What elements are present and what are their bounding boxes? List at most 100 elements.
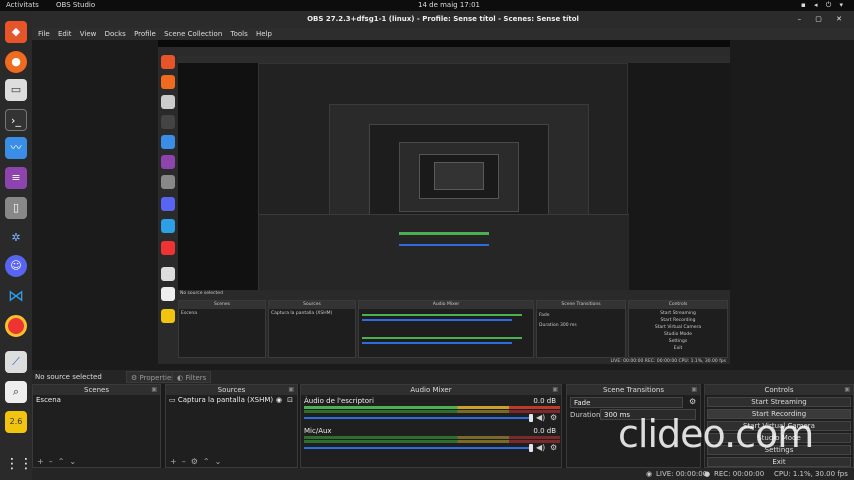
chrome-icon[interactable] (5, 315, 27, 337)
monitor-icon[interactable]: 〰 (5, 137, 27, 159)
no-source-label: No source selected (35, 373, 102, 381)
settings-icon[interactable]: ✲ (5, 227, 27, 249)
rec-status-icon: ● (704, 470, 711, 478)
menu-help[interactable]: Help (256, 28, 272, 40)
source-settings-icon[interactable]: ⚙ (191, 457, 203, 466)
nested-terminal-icon (161, 115, 175, 129)
files-icon[interactable]: ▭ (5, 79, 27, 101)
window-controls[interactable]: – ▢ ✕ (798, 11, 848, 28)
firefox-icon[interactable]: ● (5, 51, 27, 73)
speaker-icon[interactable]: ◀) (536, 443, 545, 452)
sources-title: Sources (217, 386, 246, 394)
cpu-fps: CPU: 1.1%, 30.00 fps (774, 470, 848, 478)
menu-edit[interactable]: Edit (58, 28, 72, 40)
mixer-channel-db: 0.0 dB (533, 397, 556, 405)
remove-scene-icon[interactable]: – (49, 457, 58, 466)
undock-icon[interactable]: ▣ (151, 385, 157, 395)
scenes-header: Scenes ▣ (33, 385, 160, 395)
add-source-icon[interactable]: + (170, 457, 182, 466)
start-streaming-button[interactable]: Start Streaming (707, 397, 851, 407)
lock-icon[interactable]: ⊡ (287, 395, 293, 405)
monitor-icon: ▭ (169, 396, 176, 404)
nested-editor-icon (161, 155, 175, 169)
watermark-logo: clideo.com (618, 412, 814, 456)
volume-slider[interactable] (304, 447, 532, 449)
undock-icon[interactable]: ▣ (691, 385, 697, 395)
archive-icon[interactable]: ▯ (5, 197, 27, 219)
app-grid-icon[interactable]: ⋮⋮ (5, 453, 33, 475)
volume-slider[interactable] (304, 417, 532, 419)
controls-title: Controls (764, 386, 794, 394)
gear-icon[interactable]: ⚙ (550, 443, 557, 452)
preview-nested-menu (178, 56, 730, 63)
visibility-eye-icon[interactable]: ◉ (276, 395, 282, 405)
search-tool-icon[interactable]: ⌕ (5, 381, 27, 403)
nested-monitor-icon (161, 135, 175, 149)
brave-browser-icon[interactable]: ◆ (5, 21, 27, 43)
nested-archive-icon (161, 175, 175, 189)
nested-firefox-icon (161, 75, 175, 89)
volume-slider-handle[interactable] (529, 444, 533, 452)
duration-label: Duration (570, 411, 601, 419)
text-editor-icon[interactable]: ≡ (5, 167, 27, 189)
version-badge-icon[interactable]: 2.6 (5, 411, 27, 433)
source-toolbar: No source selected ⚙ Properties ◐ Filter… (32, 370, 854, 384)
source-item-label: Captura la pantalla (XSHM) (177, 396, 274, 404)
add-scene-icon[interactable]: + (37, 457, 49, 466)
remove-source-icon[interactable]: – (182, 457, 191, 466)
mixer-header: Audio Mixer ▣ (301, 385, 561, 395)
scenes-title: Scenes (84, 386, 109, 394)
transition-select[interactable]: Fade (570, 397, 683, 408)
window-title-bar: OBS 27.2.3+dfsg1-1 (linux) - Profile: Se… (32, 11, 854, 28)
vscode-icon[interactable]: ⋈ (5, 285, 27, 307)
filters-button[interactable]: ◐ Filters (172, 371, 212, 383)
clock[interactable]: 14 de maig 17:01 (418, 1, 480, 9)
volume-meter (304, 406, 560, 409)
nested-chrome-icon (161, 241, 175, 255)
rec-time: REC: 00:00:00 (714, 470, 765, 478)
volume-meter (304, 436, 560, 439)
scene-item[interactable]: Escena (34, 395, 159, 405)
system-tray[interactable]: ▪ ◂ ⏻ ▾ (801, 1, 846, 10)
move-down-icon[interactable]: ⌄ (69, 457, 81, 466)
analyzer-icon[interactable]: ⟋ (5, 351, 27, 373)
mixer-channel-db: 0.0 dB (533, 427, 556, 435)
app-menu[interactable]: OBS Studio (56, 1, 95, 9)
speaker-icon[interactable]: ◀) (536, 413, 545, 422)
nested-search-icon (161, 287, 175, 301)
scenes-panel: Scenes ▣ Escena +–⌃⌄ (32, 384, 161, 468)
menu-docks[interactable]: Docks (105, 28, 126, 40)
nested-vscode-icon (161, 219, 175, 233)
discord-icon[interactable]: ☺ (5, 255, 27, 277)
activities-button[interactable]: Activitats (6, 1, 39, 9)
undock-icon[interactable]: ▣ (844, 385, 850, 395)
menu-view[interactable]: View (80, 28, 97, 40)
preview-nested-title (178, 47, 730, 56)
preview-canvas[interactable]: No source selected Scenes Escena Sources C… (158, 40, 730, 364)
menu-file[interactable]: File (38, 28, 50, 40)
exit-button[interactable]: Exit (707, 457, 851, 467)
preview-recursive-capture (258, 63, 629, 291)
move-up-icon[interactable]: ⌃ (58, 457, 70, 466)
terminal-icon[interactable]: ›_ (5, 109, 27, 131)
transitions-title: Scene Transitions (602, 386, 665, 394)
gear-icon[interactable]: ⚙ (550, 413, 557, 422)
preview-nested-docks: No source selected Scenes Escena Sources C… (178, 290, 730, 364)
menu-profile[interactable]: Profile (134, 28, 156, 40)
menu-scene-collection[interactable]: Scene Collection (164, 28, 222, 40)
move-up-icon[interactable]: ⌃ (203, 457, 215, 466)
preview-nested-canvas (258, 63, 730, 291)
menu-tools[interactable]: Tools (231, 28, 248, 40)
live-time: LIVE: 00:00:00 (656, 470, 708, 478)
nested-files-icon (161, 95, 175, 109)
app-dock: ◆ ● ▭ ›_ 〰 ≡ ▯ ✲ ☺ ⋈ ⟋ ⌕ 2.6 ⋮⋮ (0, 11, 33, 480)
volume-slider-handle[interactable] (529, 414, 533, 422)
preview-nested-dock (158, 47, 178, 364)
move-down-icon[interactable]: ⌄ (215, 457, 227, 466)
undock-icon[interactable]: ▣ (288, 385, 294, 395)
source-item[interactable]: ▭ Captura la pantalla (XSHM) ◉ ⊡ (167, 395, 296, 405)
transitions-header: Scene Transitions ▣ (567, 385, 700, 395)
undock-icon[interactable]: ▣ (552, 385, 558, 395)
sources-header: Sources ▣ (166, 385, 297, 395)
gear-icon[interactable]: ⚙ (689, 397, 696, 406)
